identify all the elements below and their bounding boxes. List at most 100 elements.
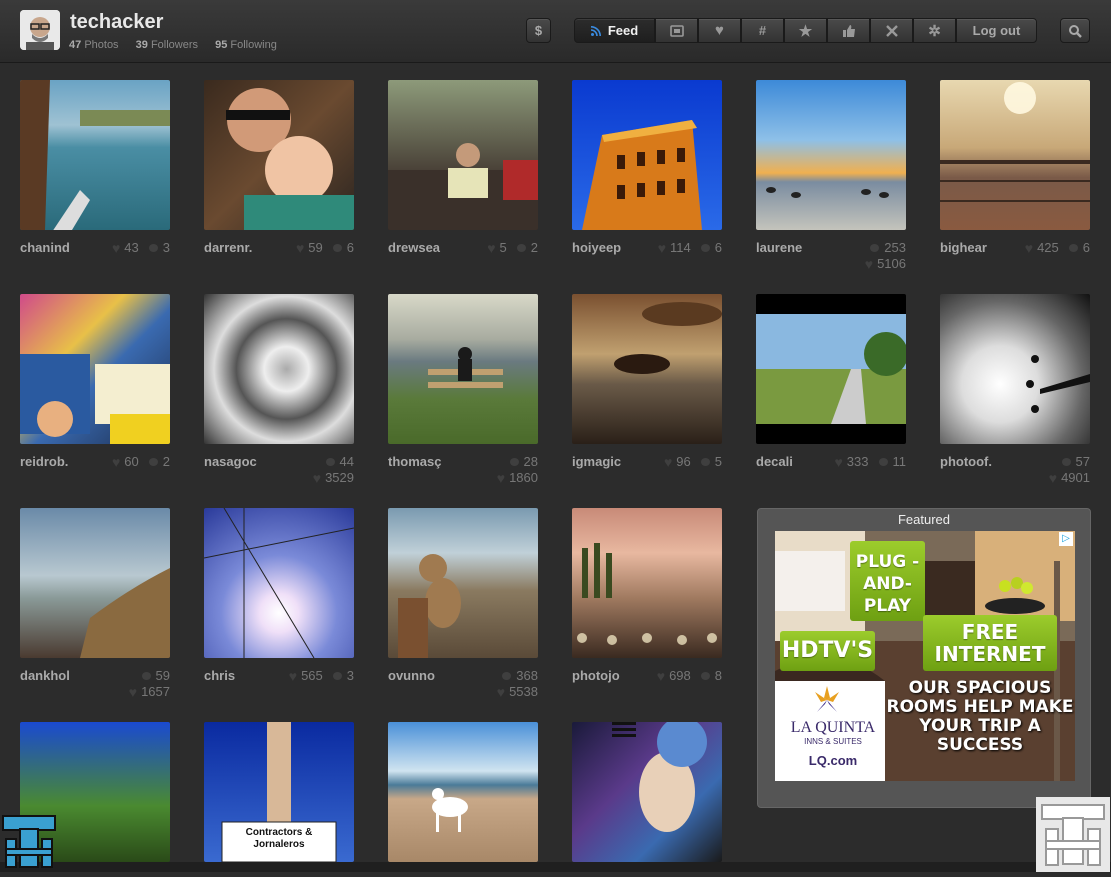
photo-thumbnail[interactable] xyxy=(204,80,354,230)
dollar-icon: $ xyxy=(534,23,543,38)
photo-username[interactable]: photojo xyxy=(572,668,632,683)
photos-stat[interactable]: 47 Photos xyxy=(69,39,126,51)
photo-username[interactable]: decali xyxy=(756,454,816,469)
ad-choices-icon[interactable]: ▷ xyxy=(1059,532,1073,546)
photo-tile[interactable]: nasagoc 44 ♥ 3529 xyxy=(204,294,354,486)
photo-thumbnail[interactable] xyxy=(204,294,354,444)
photo-thumbnail[interactable] xyxy=(572,508,722,658)
heart-icon: ♥ xyxy=(1048,470,1058,486)
photo-tile[interactable] xyxy=(572,722,722,862)
photo-tile[interactable]: thomasç 28 ♥ 1860 xyxy=(388,294,538,486)
heart-icon: ♥ xyxy=(128,684,138,700)
photo-username[interactable]: hoiyeep xyxy=(572,240,632,255)
feed-button[interactable]: Feed xyxy=(574,18,655,43)
photo-stats: ♥ 333 11 xyxy=(834,454,906,470)
photo-stats: ♥ 565 3 xyxy=(288,668,354,684)
photo-tile[interactable]: darrenr. ♥ 59 6 xyxy=(204,80,354,256)
top-bar: techacker 47 Photos 39 Followers 95 Foll… xyxy=(0,0,1111,63)
photo-username[interactable]: photoof. xyxy=(940,454,1000,469)
photo-tile[interactable]: chris ♥ 565 3 xyxy=(204,508,354,684)
settings-button[interactable]: ✲ xyxy=(913,18,956,43)
ad-brand: LA QUINTA xyxy=(790,719,876,736)
popular-button[interactable] xyxy=(827,18,870,43)
photo-tile[interactable]: chanind ♥ 43 3 xyxy=(20,80,170,256)
comment-icon xyxy=(502,672,512,680)
photos-button[interactable] xyxy=(655,18,698,43)
star-icon: ★ xyxy=(798,22,813,40)
photo-stats: 59 ♥ 1657 xyxy=(128,668,170,700)
photo-thumbnail[interactable] xyxy=(388,508,538,658)
photo-tile[interactable]: Contractors & Jornaleros xyxy=(204,722,354,862)
photo-tile[interactable] xyxy=(388,722,538,862)
photo-username[interactable]: ovunno xyxy=(388,668,448,683)
photo-tile[interactable]: photoof. 57 ♥ 4901 xyxy=(940,294,1090,486)
photo-thumbnail[interactable] xyxy=(940,294,1090,444)
photo-username[interactable]: laurene xyxy=(756,240,816,255)
dollar-button[interactable]: $ xyxy=(526,18,551,43)
featured-panel: Featured PLUG -AND- PLAY HDTV'S FREE INT… xyxy=(757,508,1091,808)
comment-icon xyxy=(878,458,888,466)
user-avatar[interactable] xyxy=(20,10,60,50)
photo-username[interactable]: reidrob. xyxy=(20,454,80,469)
photo-thumbnail[interactable] xyxy=(572,294,722,444)
heart-icon: ♥ xyxy=(111,240,121,256)
photo-thumbnail[interactable] xyxy=(388,722,538,862)
ad-tagline: OUR SPACIOUS ROOMS HELP MAKE YOUR TRIP A… xyxy=(886,678,1074,755)
photo-username[interactable]: darrenr. xyxy=(204,240,264,255)
heart-icon: ♥ xyxy=(288,668,298,684)
photo-thumbnail[interactable] xyxy=(388,294,538,444)
la-quinta-logo-icon xyxy=(815,686,839,712)
favorites-button[interactable]: ★ xyxy=(784,18,827,43)
followers-stat[interactable]: 39 Followers xyxy=(136,39,205,51)
photo-tile[interactable]: hoiyeep ♥ 114 6 xyxy=(572,80,722,256)
photo-thumbnail[interactable] xyxy=(572,80,722,230)
photo-tile[interactable]: bighear ♥ 425 6 xyxy=(940,80,1090,256)
featured-ad[interactable]: PLUG -AND- PLAY HDTV'S FREE INTERNET OUR… xyxy=(775,531,1075,781)
tools-button[interactable] xyxy=(870,18,913,43)
feed-label: Feed xyxy=(607,23,639,38)
heart-icon: ♥ xyxy=(656,668,666,684)
photo-thumbnail[interactable] xyxy=(20,80,170,230)
heart-icon: ♥ xyxy=(1024,240,1034,256)
logout-button[interactable]: Log out xyxy=(956,18,1037,43)
photo-tile[interactable]: reidrob. ♥ 60 2 xyxy=(20,294,170,470)
photo-thumbnail[interactable] xyxy=(940,80,1090,230)
likes-button[interactable]: ♥ xyxy=(698,18,741,43)
photo-username[interactable]: bighear xyxy=(940,240,1000,255)
photo-thumbnail[interactable] xyxy=(20,508,170,658)
photo-username[interactable]: chanind xyxy=(20,240,80,255)
tags-button[interactable]: # xyxy=(741,18,784,43)
photo-tile[interactable]: ovunno 368 ♥ 5538 xyxy=(388,508,538,700)
photo-tile[interactable]: laurene 253 ♥ 5106 xyxy=(756,80,906,272)
ad-bubble-hdtv: HDTV'S xyxy=(780,631,875,671)
photo-username[interactable]: nasagoc xyxy=(204,454,264,469)
following-stat[interactable]: 95 Following xyxy=(215,39,284,51)
photo-thumbnail[interactable] xyxy=(756,294,906,444)
comment-icon xyxy=(148,458,158,466)
photo-tile[interactable]: photojo ♥ 698 8 xyxy=(572,508,722,684)
username[interactable]: techacker xyxy=(70,11,163,34)
photo-username[interactable]: thomasç xyxy=(388,454,448,469)
photo-username[interactable]: dankhol xyxy=(20,668,80,683)
photo-tile[interactable]: decali ♥ 333 11 xyxy=(756,294,906,470)
photo-thumbnail[interactable] xyxy=(204,508,354,658)
heart-icon: ♥ xyxy=(496,684,506,700)
ad-url[interactable]: LQ.com xyxy=(783,753,883,768)
photo-tile[interactable]: igmagic ♥ 96 5 xyxy=(572,294,722,470)
photo-stats: 253 ♥ 5106 xyxy=(864,240,906,272)
search-button[interactable] xyxy=(1060,18,1090,43)
comment-icon xyxy=(148,244,158,252)
photo-thumbnail[interactable] xyxy=(572,722,722,862)
comment-icon xyxy=(870,244,880,252)
photo-username[interactable]: igmagic xyxy=(572,454,632,469)
photo-tile[interactable]: dankhol 59 ♥ 1657 xyxy=(20,508,170,700)
heart-icon: ♥ xyxy=(312,470,322,486)
photo-thumbnail[interactable] xyxy=(388,80,538,230)
user-stats: 47 Photos 39 Followers 95 Following xyxy=(69,39,291,51)
photo-tile[interactable]: drewsea ♥ 5 2 xyxy=(388,80,538,256)
photo-thumbnail[interactable] xyxy=(20,294,170,444)
photo-username[interactable]: drewsea xyxy=(388,240,448,255)
photo-thumbnail[interactable]: Contractors & Jornaleros xyxy=(204,722,354,862)
photo-username[interactable]: chris xyxy=(204,668,264,683)
photo-thumbnail[interactable] xyxy=(756,80,906,230)
